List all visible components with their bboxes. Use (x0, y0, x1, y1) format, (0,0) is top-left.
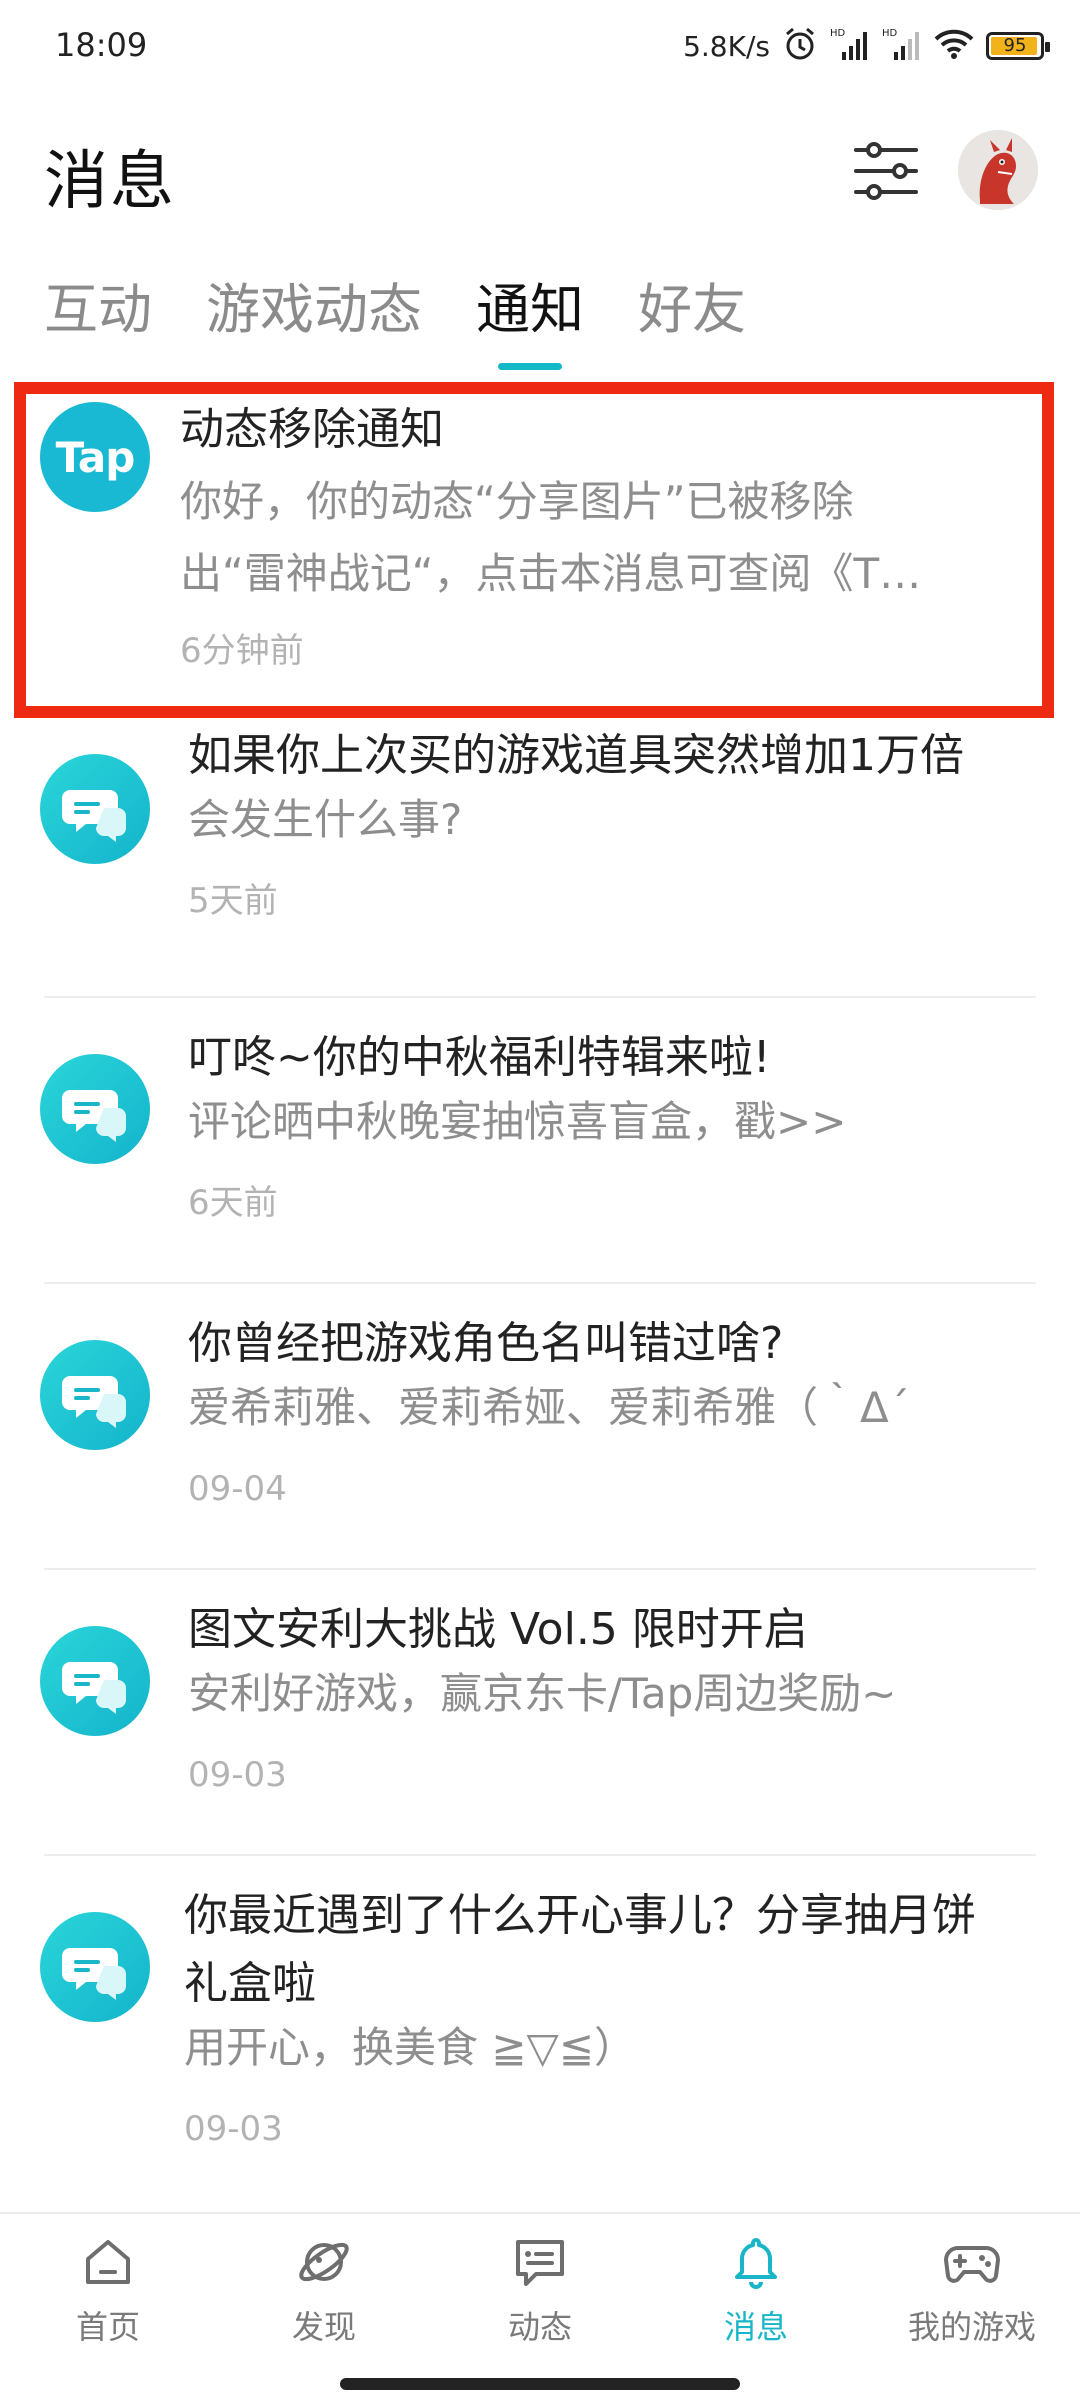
item-title: 动态移除通知 (180, 404, 444, 455)
item-desc: 安利好游戏，赢京东卡/Tap周边奖励~ (188, 1669, 897, 1718)
svg-text:HD: HD (830, 28, 846, 39)
hd-signal-icon: HD (830, 26, 870, 66)
tab-notifications[interactable]: 通知 (476, 270, 584, 370)
tap-logo: Tap (40, 402, 150, 512)
planet-icon (234, 2232, 414, 2292)
item-title: 叮咚~你的中秋福利特辑来啦! (188, 1032, 771, 1083)
item-desc: 爱希莉雅、爱莉希娅、爱莉希雅（｀Δ´ (188, 1383, 910, 1432)
item-title: 你曾经把游戏角色名叫错过啥? (188, 1318, 784, 1369)
list-item[interactable]: 你曾经把游戏角色名叫错过啥? 爱希莉雅、爱莉希娅、爱莉希雅（｀Δ´ 09-04 (0, 1284, 1080, 1570)
item-title: 如果你上次买的游戏道具突然增加1万倍 (188, 730, 964, 781)
nav-label: 消息 (723, 2308, 788, 2346)
battery-icon: 95 (986, 32, 1050, 60)
wifi-icon (934, 28, 974, 64)
nav-discover[interactable]: 发现 (234, 2232, 414, 2348)
gamepad-icon (882, 2232, 1062, 2292)
item-desc: 会发生什么事? (188, 795, 463, 844)
nav-feed[interactable]: 动态 (450, 2232, 630, 2348)
item-title: 图文安利大挑战 Vol.5 限时开启 (188, 1604, 808, 1655)
nav-label: 发现 (291, 2308, 356, 2346)
nav-label: 我的游戏 (907, 2308, 1036, 2346)
status-icons: 5.8K/s HD HD 95 (683, 24, 1050, 68)
item-time: 09-03 (184, 2109, 283, 2149)
list-item[interactable]: 叮咚~你的中秋福利特辑来啦! 评论晒中秋晚宴抽惊喜盲盒，戳>> 6天前 (0, 998, 1080, 1284)
nav-label: 首页 (75, 2308, 140, 2346)
chat-bubble-icon (40, 1626, 150, 1736)
svg-text:HD: HD (882, 28, 898, 39)
chat-bubble-icon (40, 1340, 150, 1450)
nav-home[interactable]: 首页 (18, 2232, 198, 2348)
notification-list: Tap 动态移除通知 你好，你的动态“分享图片”已被移除 出“雷神战记“，点击本… (0, 380, 1080, 2200)
item-time: 6分钟前 (180, 631, 304, 671)
item-time: 09-04 (188, 1469, 287, 1509)
item-desc: 出“雷神战记“，点击本消息可查阅《T… (180, 549, 922, 598)
tab-interaction[interactable]: 互动 (44, 270, 152, 350)
chat-bubble-icon (40, 1054, 150, 1164)
home-icon (18, 2232, 198, 2292)
item-time: 5天前 (188, 881, 278, 921)
avatar[interactable] (958, 130, 1038, 210)
item-desc: 用开心，换美食 ≧▽≦） (184, 2023, 637, 2072)
chat-bubble-icon (40, 1912, 150, 2022)
tab-game-news[interactable]: 游戏动态 (206, 270, 422, 350)
alarm-icon (782, 26, 818, 66)
nav-messages[interactable]: 消息 (666, 2232, 846, 2348)
item-title: 礼盒啦 (184, 1958, 316, 2009)
chat-bubble-icon (40, 754, 150, 864)
list-item[interactable]: 图文安利大挑战 Vol.5 限时开启 安利好游戏，赢京东卡/Tap周边奖励~ 0… (0, 1570, 1080, 1856)
status-time: 18:09 (55, 26, 148, 64)
list-item[interactable]: 你最近遇到了什么开心事儿？分享抽月饼 礼盒啦 用开心，换美食 ≧▽≦） 09-0… (0, 1856, 1080, 2200)
message-square-icon (450, 2232, 630, 2292)
item-time: 09-03 (188, 1755, 287, 1795)
item-time: 6天前 (188, 1183, 278, 1223)
sliders-icon[interactable] (850, 138, 922, 204)
bottom-nav: 首页 发现 动态 消息 我的游戏 (0, 2212, 1080, 2364)
list-item[interactable]: 如果你上次买的游戏道具突然增加1万倍 会发生什么事? 5天前 (0, 714, 1080, 998)
hd-signal-icon: HD (882, 26, 922, 66)
item-desc: 你好，你的动态“分享图片”已被移除 (180, 477, 854, 526)
status-bar: 18:09 5.8K/s HD HD 95 (0, 0, 1080, 96)
page-title: 消息 (44, 145, 176, 219)
item-desc: 评论晒中秋晚宴抽惊喜盲盒，戳>> (188, 1097, 847, 1146)
list-item[interactable]: Tap 动态移除通知 你好，你的动态“分享图片”已被移除 出“雷神战记“，点击本… (0, 380, 1080, 714)
net-speed: 5.8K/s (683, 29, 770, 63)
nav-label: 动态 (507, 2308, 572, 2346)
bell-icon (666, 2232, 846, 2292)
nav-my-games[interactable]: 我的游戏 (882, 2232, 1062, 2348)
tab-bar: 互动 游戏动态 通知 好友 (44, 270, 746, 370)
home-indicator[interactable] (340, 2378, 740, 2390)
tab-indicator (498, 363, 562, 370)
tab-friends[interactable]: 好友 (638, 270, 746, 350)
battery-level: 95 (1003, 35, 1027, 56)
item-title: 你最近遇到了什么开心事儿？分享抽月饼 (184, 1890, 976, 1941)
